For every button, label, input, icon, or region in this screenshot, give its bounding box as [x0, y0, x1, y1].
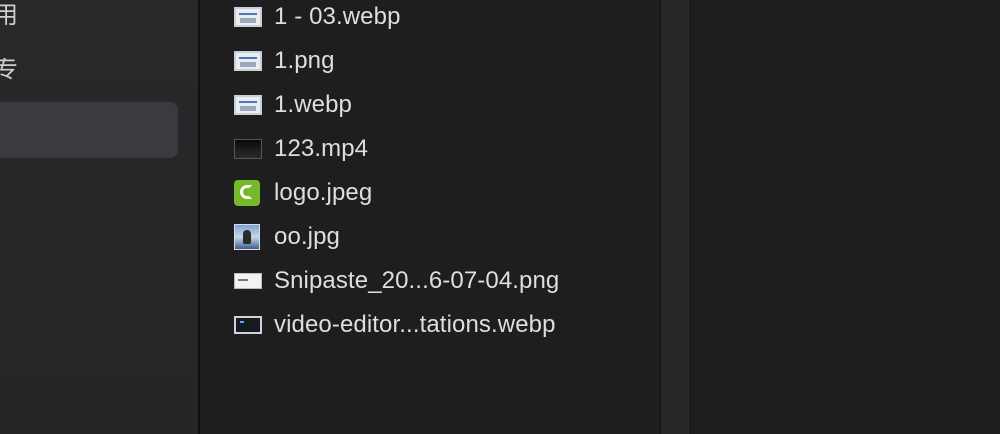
- photo-thumbnail-icon: [234, 224, 260, 250]
- file-row[interactable]: oo.jpg: [200, 215, 660, 259]
- file-name: 1 - 03.webp: [274, 3, 401, 30]
- logo-thumbnail-icon: [234, 180, 260, 206]
- image-thumbnail-icon: [234, 7, 262, 27]
- file-row[interactable]: logo.jpeg: [200, 171, 660, 215]
- file-row[interactable]: 1.webp: [200, 83, 660, 127]
- file-row[interactable]: video-editor...tations.webp: [200, 303, 660, 347]
- file-name: 1.webp: [274, 91, 352, 118]
- file-name: oo.jpg: [274, 223, 340, 250]
- preview-pane: [691, 0, 1000, 434]
- dark-image-thumbnail-icon: [234, 316, 262, 334]
- sidebar-item-label-partial[interactable]: 用: [0, 4, 18, 28]
- column-gutter: [661, 0, 690, 434]
- image-thumbnail-icon: [234, 95, 262, 115]
- sidebar: 用 专: [0, 0, 198, 434]
- screenshot-thumbnail-icon: [234, 273, 262, 289]
- file-row[interactable]: 1 - 03.webp: [200, 0, 660, 39]
- file-row[interactable]: Snipaste_20...6-07-04.png: [200, 259, 660, 303]
- image-thumbnail-icon: [234, 51, 262, 71]
- file-row[interactable]: 1.png: [200, 39, 660, 83]
- file-name: video-editor...tations.webp: [274, 311, 556, 338]
- file-row[interactable]: 123.mp4: [200, 127, 660, 171]
- file-name: 1.png: [274, 47, 335, 74]
- sidebar-item-label-partial[interactable]: 专: [0, 58, 18, 82]
- video-thumbnail-icon: [234, 139, 262, 159]
- file-list: 1 - 03.webp 1.png 1.webp 123.mp4 logo.jp…: [200, 0, 660, 434]
- file-name: Snipaste_20...6-07-04.png: [274, 267, 560, 294]
- file-name: 123.mp4: [274, 135, 369, 162]
- sidebar-selected-item[interactable]: [0, 102, 178, 158]
- file-name: logo.jpeg: [274, 179, 373, 206]
